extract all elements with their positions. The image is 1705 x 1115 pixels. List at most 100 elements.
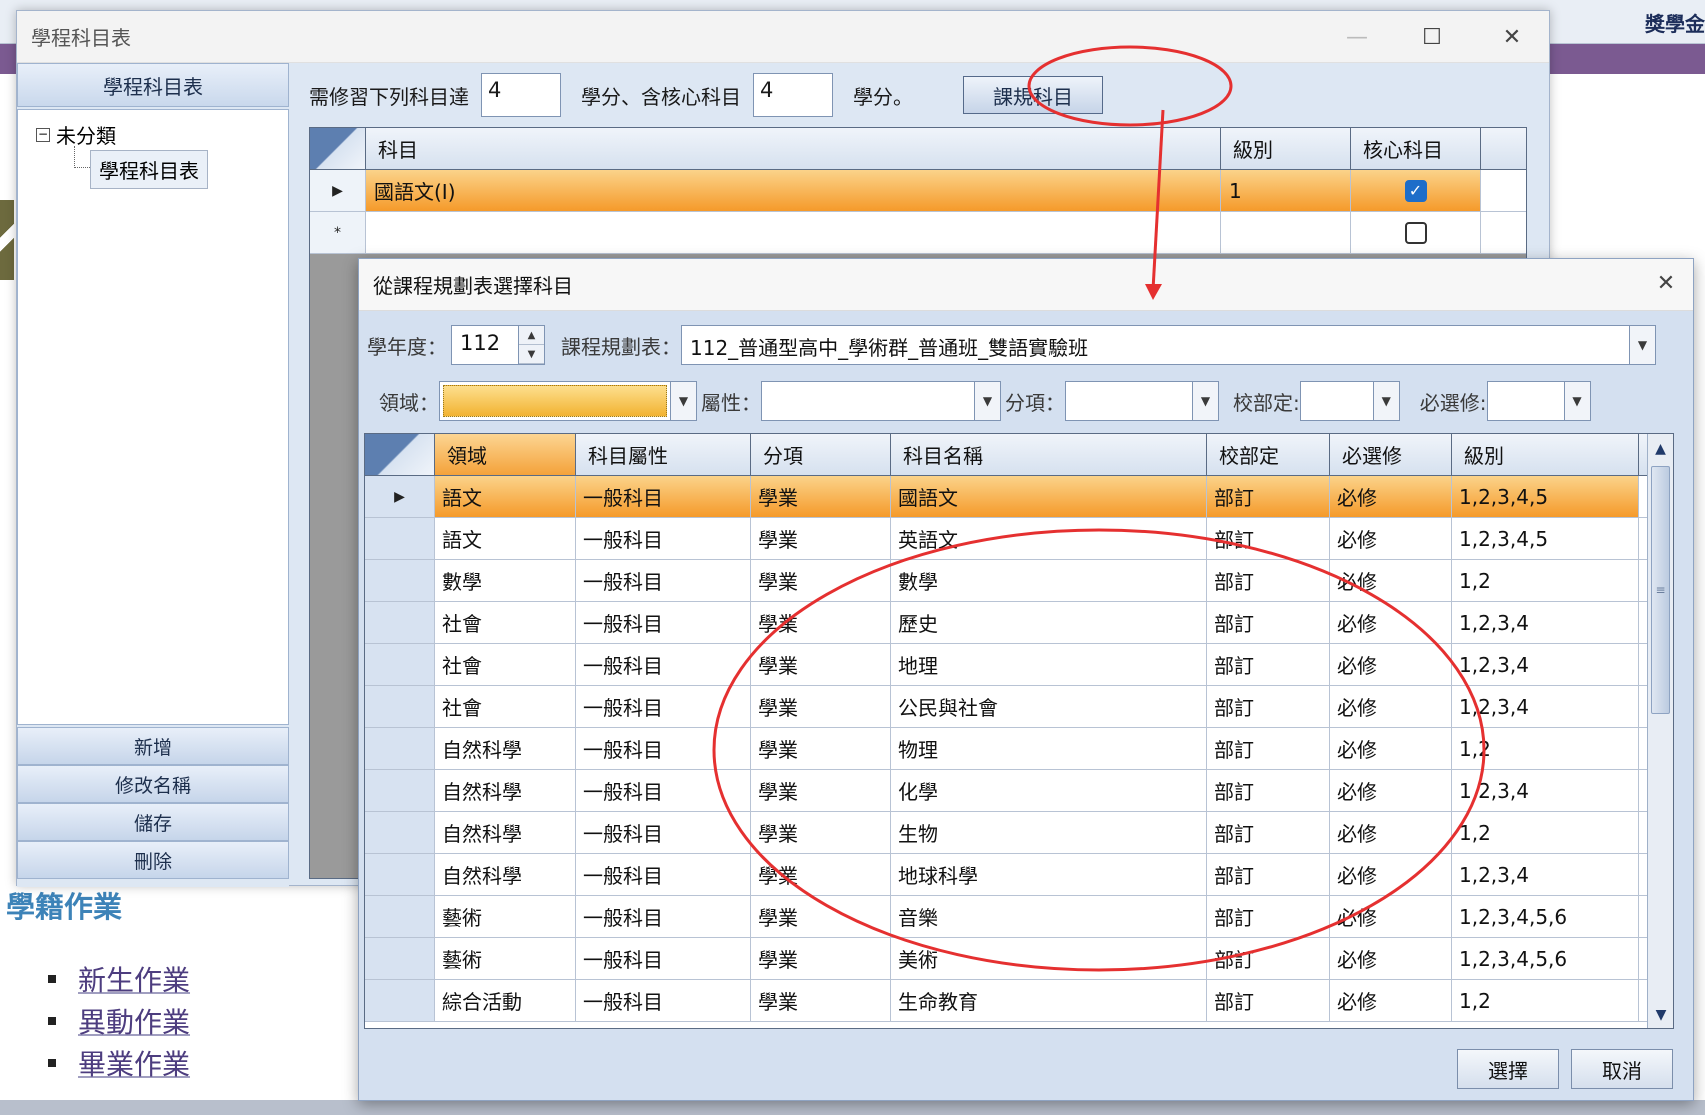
plan-value[interactable]: 112_普通型高中_學術群_普通班_雙語實驗班 [682, 326, 1629, 364]
scroll-down-icon[interactable]: ▼ [1648, 1000, 1673, 1028]
cell-attribute[interactable]: 一般科目 [576, 602, 751, 643]
cell-item[interactable]: 學業 [751, 560, 891, 601]
cell-domain[interactable]: 藝術 [435, 896, 576, 937]
link-graduation[interactable]: 畢業作業 [78, 1043, 190, 1083]
scroll-thumb[interactable]: ≡ [1651, 466, 1670, 714]
item-value[interactable] [1066, 382, 1192, 420]
cell-domain[interactable]: 自然科學 [435, 770, 576, 811]
select-button[interactable]: 選擇 [1457, 1049, 1559, 1089]
cell-domain[interactable]: 社會 [435, 602, 576, 643]
cell-required[interactable]: 必修 [1330, 686, 1452, 727]
column-item[interactable]: 分項 [751, 434, 891, 475]
column-attribute[interactable]: 科目屬性 [576, 434, 751, 475]
cell-item[interactable]: 學業 [751, 938, 891, 979]
chevron-down-icon[interactable]: ▼ [670, 382, 696, 420]
school-select[interactable]: ▼ [1299, 381, 1400, 421]
school-year-value[interactable]: 112 [452, 326, 518, 364]
cell-level[interactable]: 1,2,3,4,5,6 [1452, 938, 1639, 979]
cell-required[interactable]: 必修 [1330, 644, 1452, 685]
vertical-scrollbar[interactable]: ▲ ≡ ▼ [1647, 434, 1673, 1028]
cell-school[interactable]: 部訂 [1207, 770, 1330, 811]
cell-required[interactable]: 必修 [1330, 518, 1452, 559]
row-header[interactable] [365, 644, 435, 685]
row-header[interactable] [365, 560, 435, 601]
row-header[interactable] [365, 896, 435, 937]
school-value[interactable] [1301, 382, 1373, 420]
delete-button[interactable]: 刪除 [17, 841, 289, 879]
cell-attribute[interactable]: 一般科目 [576, 560, 751, 601]
cell-item[interactable]: 學業 [751, 518, 891, 559]
row-selected-icon[interactable]: ▶ [365, 476, 435, 517]
core-credits-input[interactable]: 4 [753, 73, 833, 117]
cell-level[interactable]: 1,2 [1452, 980, 1639, 1021]
cell-school[interactable]: 部訂 [1207, 644, 1330, 685]
cell-required[interactable]: 必修 [1330, 602, 1452, 643]
cell-attribute[interactable]: 一般科目 [576, 980, 751, 1021]
scroll-up-icon[interactable]: ▲ [1648, 434, 1673, 464]
chevron-down-icon[interactable]: ▼ [1629, 326, 1655, 364]
cell-required[interactable]: 必修 [1330, 728, 1452, 769]
cell-subject[interactable]: 國語文(I) [366, 170, 1221, 211]
table-row[interactable]: 自然科學 一般科目 學業 生物 部訂 必修 1,2 [365, 812, 1673, 854]
cell-domain[interactable]: 綜合活動 [435, 980, 576, 1021]
table-row[interactable]: 自然科學 一般科目 學業 地球科學 部訂 必修 1,2,3,4 [365, 854, 1673, 896]
row-selected-icon[interactable]: ▶ [310, 170, 366, 211]
cell-required[interactable]: 必修 [1330, 476, 1452, 517]
column-level[interactable]: 級別 [1221, 128, 1351, 169]
cell-level[interactable]: 1,2,3,4 [1452, 854, 1639, 895]
cell-subject-name[interactable]: 數學 [891, 560, 1207, 601]
attr-select[interactable]: ▼ [761, 381, 1001, 421]
cell-subject-name[interactable]: 歷史 [891, 602, 1207, 643]
cell-domain[interactable]: 社會 [435, 686, 576, 727]
cell-level[interactable]: 1,2,3,4,5,6 [1452, 896, 1639, 937]
chevron-down-icon[interactable]: ▼ [1563, 382, 1590, 420]
cell-subject-name[interactable]: 化學 [891, 770, 1207, 811]
dialog-close-icon[interactable]: ✕ [1651, 271, 1681, 296]
plan-select[interactable]: 112_普通型高中_學術群_普通班_雙語實驗班 ▼ [681, 325, 1656, 365]
save-button[interactable]: 儲存 [17, 803, 289, 841]
cell-subject-name[interactable]: 生命教育 [891, 980, 1207, 1021]
cell-domain[interactable]: 自然科學 [435, 854, 576, 895]
cell-attribute[interactable]: 一般科目 [576, 770, 751, 811]
rename-button[interactable]: 修改名稱 [17, 765, 289, 803]
cell-item[interactable]: 學業 [751, 980, 891, 1021]
cell-domain[interactable]: 語文 [435, 476, 576, 517]
cell-attribute[interactable]: 一般科目 [576, 854, 751, 895]
add-button[interactable]: 新增 [17, 727, 289, 765]
cell-required[interactable]: 必修 [1330, 896, 1452, 937]
cell-subject-name[interactable]: 地球科學 [891, 854, 1207, 895]
cell-subject[interactable] [366, 212, 1221, 253]
spin-up-icon[interactable]: ▲ [519, 326, 544, 345]
table-row[interactable]: 藝術 一般科目 學業 美術 部訂 必修 1,2,3,4,5,6 [365, 938, 1673, 980]
cell-school[interactable]: 部訂 [1207, 980, 1330, 1021]
cell-school[interactable]: 部訂 [1207, 560, 1330, 601]
cell-item[interactable]: 學業 [751, 728, 891, 769]
cell-required[interactable]: 必修 [1330, 812, 1452, 853]
cell-attribute[interactable]: 一般科目 [576, 896, 751, 937]
school-year-stepper[interactable]: 112 ▲ ▼ [451, 325, 545, 365]
collapse-icon[interactable]: − [36, 127, 50, 142]
table-row[interactable]: 綜合活動 一般科目 學業 生命教育 部訂 必修 1,2 [365, 980, 1673, 1022]
cell-item[interactable]: 學業 [751, 476, 891, 517]
cell-domain[interactable]: 語文 [435, 518, 576, 559]
tree-root-node[interactable]: − 未分類 [36, 120, 116, 149]
core-checkbox[interactable] [1404, 221, 1427, 244]
new-row-icon[interactable]: * [310, 212, 366, 253]
row-header[interactable] [365, 980, 435, 1021]
column-subject[interactable]: 科目 [366, 128, 1221, 169]
cell-item[interactable]: 學業 [751, 812, 891, 853]
column-subject-name[interactable]: 科目名稱 [891, 434, 1207, 475]
domain-select[interactable]: ▼ [439, 381, 697, 421]
table-row[interactable]: 藝術 一般科目 學業 音樂 部訂 必修 1,2,3,4,5,6 [365, 896, 1673, 938]
cell-attribute[interactable]: 一般科目 [576, 686, 751, 727]
attr-value[interactable] [762, 382, 974, 420]
cell-required[interactable]: 必修 [1330, 938, 1452, 979]
cell-school[interactable]: 部訂 [1207, 854, 1330, 895]
cell-item[interactable]: 學業 [751, 686, 891, 727]
cell-school[interactable]: 部訂 [1207, 602, 1330, 643]
select-all-corner[interactable] [365, 434, 435, 475]
cell-item[interactable]: 學業 [751, 770, 891, 811]
cell-level[interactable]: 1,2,3,4 [1452, 686, 1639, 727]
cell-school[interactable]: 部訂 [1207, 938, 1330, 979]
row-header[interactable] [365, 602, 435, 643]
